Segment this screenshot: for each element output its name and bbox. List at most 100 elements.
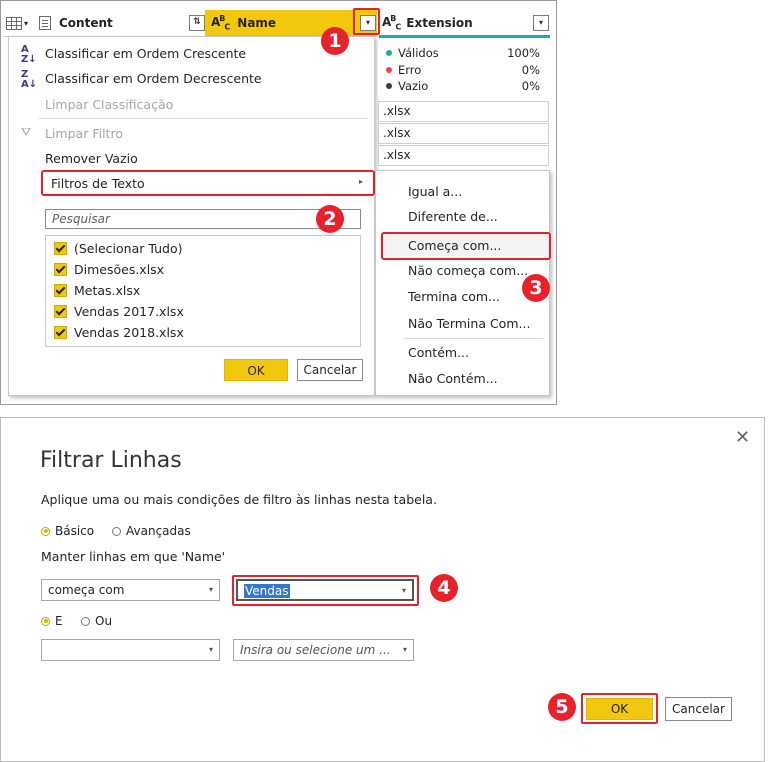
radio-and[interactable]: E [41,614,63,628]
value-input-2-placeholder: Insira ou selecione um ... [240,643,391,657]
column-label-extension: Extension [406,16,473,30]
column-label-content: Content [59,16,113,30]
checkbox-checked[interactable] [54,326,67,339]
chevron-right-icon: ▸ [358,177,363,186]
submenu-ends-with[interactable]: Termina com... [408,289,500,304]
radio-basic[interactable]: Básico [41,524,94,538]
radio-advanced[interactable]: Avançadas [112,524,191,538]
list-item[interactable]: Vendas 2017.xlsx [54,304,184,319]
dialog-cancel-button[interactable]: Cancelar [665,697,732,721]
column-label-name: Name [237,16,277,30]
submenu-not-begins-with[interactable]: Não começa com... [408,263,528,278]
radio-unselected-icon [112,526,121,536]
submenu-equals[interactable]: Igual a... [408,184,462,199]
menu-sort-descending[interactable]: Classificar em Ordem Decrescente [45,71,262,86]
table-cell[interactable]: .xlsx [378,101,549,122]
list-item[interactable]: (Selecionar Tudo) [54,241,182,256]
list-item-label: (Selecionar Tudo) [74,241,183,256]
radio-selected-icon [41,526,50,536]
step-badge-4: 4 [430,574,458,602]
highlight-box-value [232,575,419,606]
profile-label: Vazio [398,79,429,93]
highlight-box-dropdown [353,8,380,35]
submenu-contains[interactable]: Contém... [408,345,469,360]
dialog-title: Filtrar Linhas [40,448,182,473]
step-badge-2: 2 [316,205,344,233]
submenu-not-contains[interactable]: Não Contém... [408,371,498,386]
empty-dot-icon [386,83,392,89]
table-cell[interactable]: .xlsx [378,145,549,166]
step-badge-1: 1 [321,27,349,55]
column-profile: Válidos 100% Erro 0% Vazio 0% [378,38,550,96]
menu-text-filters[interactable]: Filtros de Texto ▸ [41,170,375,196]
document-icon [39,16,51,30]
list-item-label: Vendas 2018.xlsx [74,325,184,340]
search-field[interactable] [45,209,361,229]
radio-or[interactable]: Ou [81,614,112,628]
submenu-not-ends-with[interactable]: Não Termina Com... [408,316,530,331]
column-header-name[interactable]: ABC Name [205,10,377,36]
menu-sort-ascending[interactable]: Classificar em Ordem Crescente [45,46,246,61]
menu-clear-sort: Limpar Classificação [45,97,174,112]
profile-row-valid: Válidos 100% [386,46,540,60]
table-menu-button[interactable]: ▾ [6,10,28,36]
dialog-ok-button[interactable]: OK [586,698,653,720]
clear-filter-icon: ⛛ [21,125,32,139]
operator-select-1-value: começa com [48,583,125,597]
cancel-button[interactable]: Cancelar [297,359,363,381]
column-header-extension[interactable]: ABC Extension ▾ [380,10,550,36]
step-badge-3: 3 [522,274,550,302]
radio-basic-label: Básico [55,524,95,538]
chevron-down-icon: ▾ [208,645,213,654]
checkbox-checked[interactable] [54,242,67,255]
submenu-begins-with-label: Começa com... [408,238,502,253]
list-item[interactable]: Metas.xlsx [54,283,140,298]
valid-dot-icon [386,50,392,56]
list-item[interactable]: Vendas 2018.xlsx [54,325,184,340]
text-type-icon: ABC [211,14,230,32]
menu-remove-empty[interactable]: Remover Vazio [45,151,138,166]
table-cell[interactable]: .xlsx [378,123,549,144]
profile-value: 0% [521,79,540,93]
ok-button[interactable]: OK [224,359,288,381]
search-input[interactable] [46,210,360,228]
filter-rows-dialog: Filtrar Linhas ✕ Aplique uma ou mais con… [0,417,765,762]
extension-filter-dropdown-icon[interactable]: ▾ [533,15,549,31]
chevron-down-icon: ▾ [24,18,29,28]
list-item-label: Vendas 2017.xlsx [74,304,184,319]
chevron-down-icon: ▾ [208,585,213,594]
keep-rows-label: Manter linhas em que 'Name' [41,549,226,564]
radio-and-label: E [55,614,63,628]
radio-advanced-label: Avançadas [126,524,191,538]
profile-value: 0% [521,63,540,77]
operator-select-1[interactable]: começa com ▾ [41,579,220,601]
checkbox-checked[interactable] [54,305,67,318]
profile-row-empty: Vazio 0% [386,79,540,93]
value-input-2[interactable]: Insira ou selecione um ... ▾ [233,639,414,661]
close-icon[interactable]: ✕ [735,427,750,448]
column-header-row: ▾ Content ⇅ ABC Name ABC Extension ▾ [3,10,550,37]
profile-label: Erro [398,63,422,77]
checkbox-checked[interactable] [54,263,67,276]
profile-value: 100% [507,46,540,60]
list-item[interactable]: Dimesões.xlsx [54,262,164,277]
radio-selected-icon [41,616,50,626]
profile-row-error: Erro 0% [386,63,540,77]
profile-label: Válidos [398,46,439,60]
value-checklist: (Selecionar Tudo) Dimesões.xlsx Metas.xl… [45,235,361,347]
error-dot-icon [386,67,392,73]
list-item-label: Metas.xlsx [74,283,141,298]
dialog-description: Aplique uma ou mais condições de filtro … [41,492,437,507]
submenu-begins-with[interactable]: Começa com... [381,232,551,260]
submenu-not-equals[interactable]: Diferente de... [408,209,498,224]
column-header-content[interactable]: Content ⇅ [39,10,209,36]
radio-unselected-icon [81,616,90,626]
table-icon [6,16,22,30]
sort-descending-icon: Z A↓ [21,69,38,90]
expand-column-icon[interactable]: ⇅ [189,15,205,31]
sort-ascending-icon: A Z↓ [21,44,37,65]
list-item-label: Dimesões.xlsx [74,262,165,277]
operator-select-2[interactable]: ▾ [41,639,220,661]
radio-or-label: Ou [95,614,113,628]
checkbox-checked[interactable] [54,284,67,297]
